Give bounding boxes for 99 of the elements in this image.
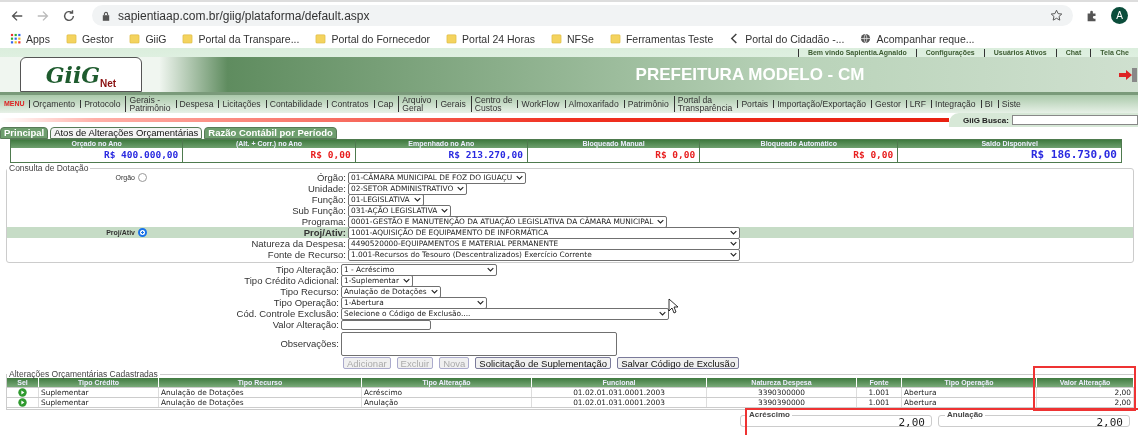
total-label: Anulação (946, 411, 984, 419)
summary-value: R$ 0,00 (852, 148, 895, 162)
caret-icon (487, 267, 494, 272)
menu-item[interactable]: Portais (737, 99, 772, 108)
caret-icon (657, 219, 665, 224)
profile-avatar[interactable]: A (1111, 7, 1128, 24)
search-label: GiiG Busca: (963, 115, 1009, 125)
folder-icon (129, 33, 141, 44)
globe-icon (860, 33, 872, 44)
back-icon[interactable] (10, 8, 24, 23)
menu-item[interactable]: LRF (905, 99, 930, 108)
menu-item[interactable]: Centro de Custos (470, 95, 516, 112)
field-label: Função: (310, 194, 347, 205)
menu-item[interactable]: Licitações (218, 99, 264, 108)
caret-icon (441, 208, 449, 213)
field-label: Valor Alteração: (271, 319, 340, 330)
puzzle-icon[interactable] (1085, 8, 1099, 23)
folder-icon (609, 33, 621, 44)
summary-value: R$ 186.730,00 (1029, 148, 1118, 162)
bookmark-item[interactable]: Portal do Cidadão -... (729, 32, 845, 45)
form-button[interactable]: Salvar Código de Exclusão (617, 357, 740, 369)
bookmark-item[interactable]: Portal 24 Horas (446, 32, 536, 45)
menu-item[interactable]: Arquivo Geral (398, 95, 435, 112)
field-label: Sub Função: (291, 205, 347, 216)
summary-value: R$ 213.270,00 (447, 148, 524, 162)
folder-icon (65, 33, 77, 44)
text-area[interactable] (341, 331, 617, 356)
lock-icon (102, 10, 110, 21)
play-icon[interactable] (18, 398, 27, 407)
bookmark-item[interactable]: GiiG (129, 32, 167, 45)
menu-item[interactable]: Gerais (436, 99, 469, 108)
menu-item[interactable]: Protocolo (80, 99, 124, 108)
apps-grid-icon (10, 33, 21, 44)
field-label: Tipo Alteração: (274, 264, 340, 275)
tab[interactable]: Atos de Alterações Orçamentárias (50, 127, 203, 139)
caret-icon (430, 289, 438, 294)
bookmark-item[interactable]: NFSe (551, 32, 594, 45)
folder-icon (446, 33, 458, 44)
field-label: Observações: (279, 338, 340, 349)
caret-icon (477, 300, 484, 305)
radio-button[interactable] (138, 228, 147, 237)
play-icon[interactable] (18, 388, 27, 397)
caret-icon (516, 175, 524, 180)
caret-icon (402, 278, 410, 283)
address-bar[interactable]: sapientiaap.com.br/giig/plataforma/default.aspx (92, 5, 1073, 26)
panel-legend: Alterações Orçamentárias Cadastradas (7, 370, 160, 378)
menu-item[interactable]: Gestor (871, 99, 904, 108)
total-value: 2,00 (1095, 416, 1123, 429)
menu-item[interactable]: Patrimônio (623, 99, 672, 108)
field-label: Tipo Recurso: (279, 286, 340, 297)
menu-item[interactable]: Despesa (175, 99, 217, 108)
menu-item[interactable]: Cap (373, 99, 397, 108)
menu-item[interactable]: Orçamento (28, 99, 79, 108)
reload-icon[interactable] (62, 8, 76, 23)
input-field[interactable] (341, 319, 431, 330)
folder-icon (182, 33, 194, 44)
summary-value: R$ 400.000,00 (102, 148, 180, 162)
exit-arrow-icon[interactable] (1118, 66, 1138, 83)
menu-item[interactable]: Almoxarifado (564, 99, 622, 108)
field-label: Natureza da Despesa: (250, 238, 347, 249)
menu-item[interactable]: Siste (997, 99, 1024, 108)
form-button[interactable]: Solicitação de Suplementação (475, 357, 612, 369)
field-label: Fonte de Recurso: (266, 249, 347, 260)
bookmark-item[interactable]: Portal do Fornecedor (315, 32, 431, 45)
menu-item[interactable]: Importação/Exportação (773, 99, 869, 108)
menu-item[interactable]: WorkFlow (517, 99, 563, 108)
folder-icon (551, 33, 563, 44)
field-label: Programa: (300, 216, 347, 227)
menu-item[interactable]: Contabilidade (265, 99, 326, 108)
caret-icon (457, 186, 465, 191)
menu-item[interactable]: Contratos (327, 99, 372, 108)
menu-item[interactable]: BI (980, 99, 996, 108)
radio-button[interactable] (138, 173, 147, 182)
field-label: Tipo Crédito Adicional: (243, 275, 340, 286)
summary-value: R$ 0,00 (309, 148, 352, 162)
panel-legend: Consulta de Dotação (7, 164, 91, 172)
field-label: Unidade: (306, 183, 347, 194)
field-label: Tipo Operação: (272, 297, 340, 308)
menu-item[interactable]: Portal da Transparência (673, 95, 736, 112)
total-label: Acréscimo (748, 411, 791, 419)
field-label: Cód. Controle Exclusão: (235, 308, 340, 319)
bookmark-item[interactable]: Portal da Transpare... (182, 32, 300, 45)
search-field[interactable] (1011, 115, 1138, 125)
caret-icon (413, 197, 421, 202)
menu-item[interactable]: Gerais - Patrimônio (125, 95, 174, 112)
bookmark-item[interactable]: Gestor (65, 32, 114, 45)
star-icon[interactable] (1050, 9, 1063, 22)
mouse-cursor-icon (668, 298, 678, 314)
bookmark-item[interactable]: Ferramentas Teste (609, 32, 714, 45)
field-label: Órgão: (315, 172, 347, 183)
folder-icon (315, 33, 327, 44)
menu-item[interactable]: Integração (931, 99, 979, 108)
total-value: 2,00 (897, 416, 925, 429)
summary-value: R$ 0,00 (654, 148, 697, 162)
caret-icon (659, 311, 666, 316)
site-title: PREFEITURA MODELO - CM (634, 64, 866, 85)
field-label: Proj/Ativ: (302, 227, 347, 238)
bookmark-item[interactable]: Acompanhar reque... (860, 32, 975, 45)
bookmark-item[interactable]: Apps (10, 32, 50, 45)
